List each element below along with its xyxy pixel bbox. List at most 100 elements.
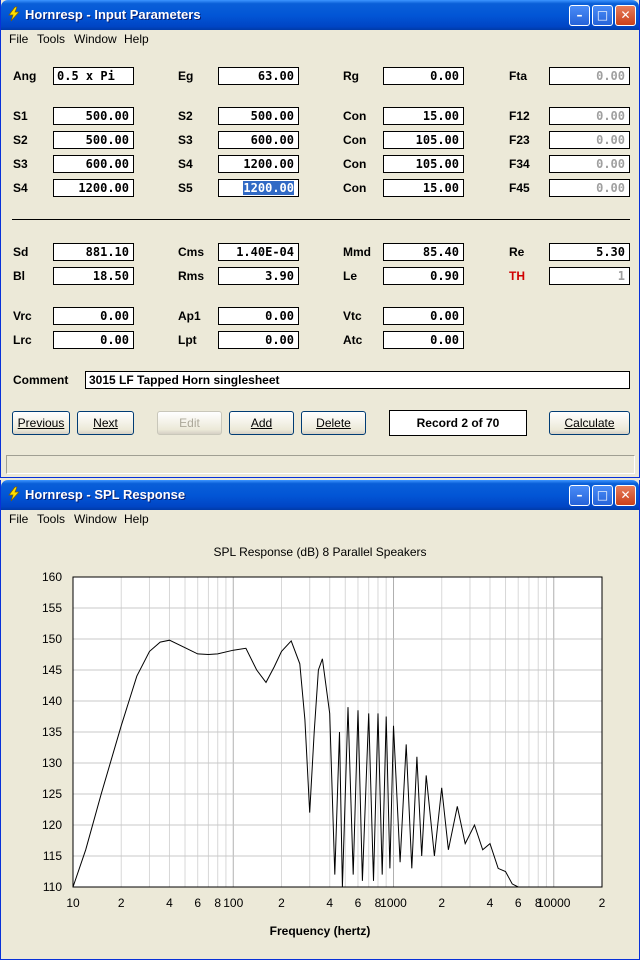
f23-field: 0.00 (549, 131, 630, 149)
con2-field[interactable]: 105.00 (383, 131, 464, 149)
con3-field[interactable]: 105.00 (383, 155, 464, 173)
mmd-field[interactable]: 85.40 (383, 243, 464, 261)
x-tick-label: 2 (599, 896, 606, 910)
s4-row-field[interactable]: 1200.00 (53, 179, 134, 197)
calculate-button[interactable]: Calculate (549, 411, 630, 435)
th-field: 1 (549, 267, 630, 285)
vtc-label: Vtc (343, 309, 362, 323)
atc-field[interactable]: 0.00 (383, 331, 464, 349)
re-label: Re (509, 245, 525, 259)
y-tick-label: 130 (42, 756, 62, 770)
s3-row-label: S3 (13, 157, 28, 171)
next-button[interactable]: Next (77, 411, 134, 435)
sd-label: Sd (13, 245, 29, 259)
s5-label: S5 (178, 181, 193, 195)
previous-button[interactable]: Previous (12, 411, 70, 435)
cms-label: Cms (178, 245, 205, 259)
menu-file[interactable]: File (9, 32, 28, 46)
x-axis-label: Frequency (hertz) (270, 924, 371, 938)
sd-field[interactable]: 881.10 (53, 243, 134, 261)
x-tick-label: 1000 (380, 896, 407, 910)
rg-field[interactable]: 0.00 (383, 67, 464, 85)
window-title: Hornresp - Input Parameters (25, 7, 201, 22)
re-field[interactable]: 5.30 (549, 243, 630, 261)
f45-field: 0.00 (549, 179, 630, 197)
edit-button: Edit (157, 411, 222, 435)
ang-label: Ang (13, 69, 37, 83)
x-tick-label: 10 (66, 896, 80, 910)
x-tick-label: 6 (194, 896, 201, 910)
divider (12, 219, 630, 220)
x-tick-label: 2 (438, 896, 445, 910)
spl-chart: 160155150145140135130125120115110 10 2 4 6 8… (42, 545, 606, 938)
lpt-field[interactable]: 0.00 (218, 331, 299, 349)
th-label: TH (509, 269, 525, 283)
s3-label: S3 (178, 133, 193, 147)
s1-field[interactable]: 500.00 (53, 107, 134, 125)
f12-label: F12 (509, 109, 530, 123)
minimize-button[interactable]: – (569, 5, 590, 26)
ap1-field[interactable]: 0.00 (218, 307, 299, 325)
rms-field[interactable]: 3.90 (218, 267, 299, 285)
f34-field: 0.00 (549, 155, 630, 173)
menu-help[interactable]: Help (124, 32, 149, 46)
vtc-field[interactable]: 0.00 (383, 307, 464, 325)
s5-field[interactable]: 1200.00 (218, 179, 299, 197)
maximize-button[interactable]: □ (592, 5, 613, 26)
chart-title: SPL Response (dB) 8 Parallel Speakers (214, 545, 427, 559)
con4-label: Con (343, 181, 367, 195)
x-tick-label: 10000 (537, 896, 571, 910)
s2-field[interactable]: 500.00 (218, 107, 299, 125)
comment-label: Comment (13, 373, 69, 387)
con2-label: Con (343, 133, 367, 147)
con1-field[interactable]: 15.00 (383, 107, 464, 125)
s3-row-field[interactable]: 600.00 (53, 155, 134, 173)
ang-field[interactable]: 0.5 x Pi (53, 67, 134, 85)
x-axis-ticks: 10 2 4 6 8 100 2 4 6 81000 2 4 6 810000 2 (66, 896, 605, 910)
eg-label: Eg (178, 69, 194, 83)
le-label: Le (343, 269, 358, 283)
bl-field[interactable]: 18.50 (53, 267, 134, 285)
s2-label: S2 (178, 109, 193, 123)
cms-field[interactable]: 1.40E-04 (218, 243, 299, 261)
status-bar (6, 455, 635, 474)
add-button[interactable]: Add (229, 411, 294, 435)
title-bar[interactable]: Hornresp - Input Parameters – □ ✕ (1, 0, 639, 30)
x-tick-label: 4 (326, 896, 333, 910)
s2-row-field[interactable]: 500.00 (53, 131, 134, 149)
eg-field[interactable]: 63.00 (218, 67, 299, 85)
f23-label: F23 (509, 133, 530, 147)
le-field[interactable]: 0.90 (383, 267, 464, 285)
s3-field[interactable]: 600.00 (218, 131, 299, 149)
y-tick-label: 140 (42, 694, 62, 708)
bl-label: Bl (13, 269, 25, 283)
s4-row-label: S4 (13, 181, 28, 195)
y-tick-label: 115 (43, 849, 62, 863)
con4-field[interactable]: 15.00 (383, 179, 464, 197)
spl-response-window: Hornresp - SPL Response – □ ✕ File Tools… (0, 480, 640, 960)
menu-tools[interactable]: Tools (37, 32, 65, 46)
y-tick-label: 155 (42, 601, 62, 615)
x-tick-label: 100 (223, 896, 243, 910)
s4-field[interactable]: 1200.00 (218, 155, 299, 173)
lpt-label: Lpt (178, 333, 197, 347)
lrc-field[interactable]: 0.00 (53, 331, 134, 349)
s1-label: S1 (13, 109, 28, 123)
x-tick-label: 2 (278, 896, 285, 910)
rms-label: Rms (178, 269, 205, 283)
close-button[interactable]: ✕ (615, 5, 636, 26)
fta-label: Fta (509, 69, 527, 83)
menu-window[interactable]: Window (74, 32, 117, 46)
y-axis-ticks: 160 155 150 145 140 135 130 125 120 115 110 (42, 570, 62, 894)
input-parameters-window: Hornresp - Input Parameters – □ ✕ File T… (0, 0, 640, 478)
comment-field[interactable]: 3015 LF Tapped Horn singlesheet (85, 371, 630, 389)
vrc-field[interactable]: 0.00 (53, 307, 134, 325)
con1-label: Con (343, 109, 367, 123)
x-tick-label: 2 (118, 896, 125, 910)
y-tick-label: 145 (42, 663, 62, 677)
f12-field: 0.00 (549, 107, 630, 125)
x-tick-label: 6 (515, 896, 522, 910)
lrc-label: Lrc (13, 333, 32, 347)
delete-button[interactable]: Delete (301, 411, 366, 435)
con3-label: Con (343, 157, 367, 171)
